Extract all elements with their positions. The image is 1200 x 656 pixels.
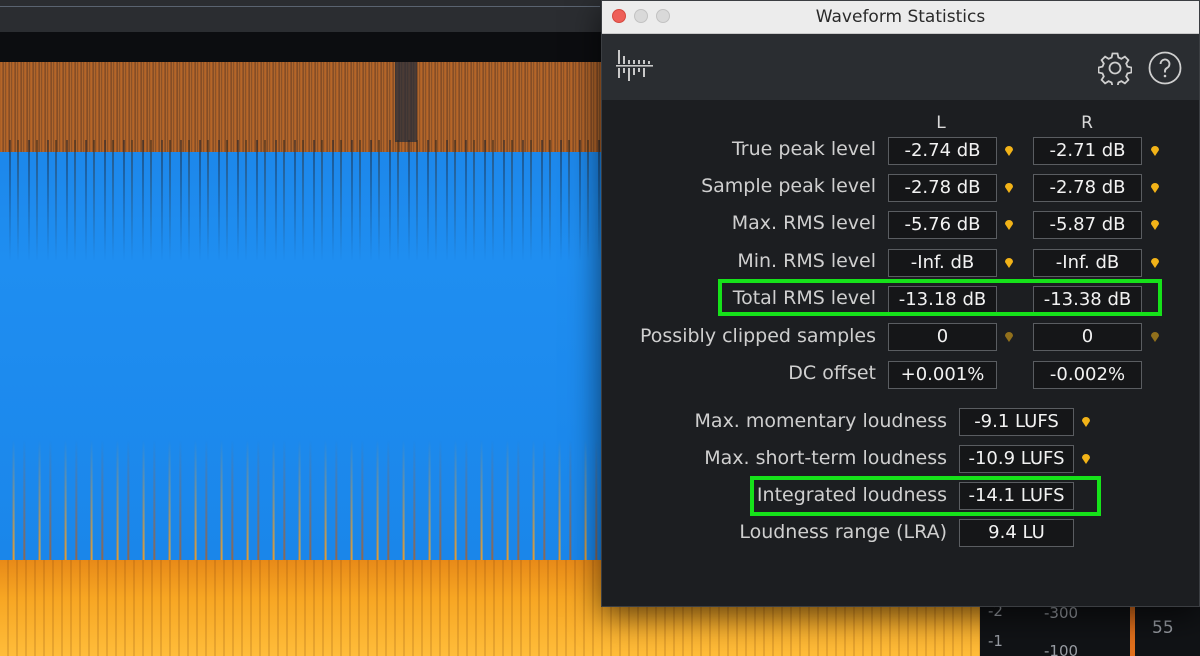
max-short-term-value: -10.9 LUFS [959, 445, 1074, 473]
max-momentary-value: -9.1 LUFS [959, 408, 1074, 436]
max-rms-l-marker-icon[interactable] [1004, 218, 1014, 230]
clipped-samples-label: Possibly clipped samples [640, 325, 876, 347]
sample-peak-label: Sample peak level [701, 175, 876, 197]
min-rms-label: Min. RMS level [737, 250, 876, 272]
true-peak-r-marker-icon[interactable] [1150, 144, 1160, 156]
sample-peak-r-marker-icon[interactable] [1150, 181, 1160, 193]
dc-offset-label: DC offset [788, 362, 876, 384]
true-peak-l-value: -2.74 dB [888, 137, 997, 165]
sample-peak-r-value: -2.78 dB [1033, 174, 1142, 202]
max-short-term-marker-icon[interactable] [1081, 452, 1091, 464]
help-icon[interactable] [1148, 51, 1182, 85]
waveform-statistics-window: Waveform Statistics L R True peak level … [601, 0, 1200, 607]
true-peak-label: True peak level [731, 138, 876, 160]
dc-offset-l-value: +0.001% [888, 361, 997, 389]
max-momentary-label: Max. momentary loudness [694, 410, 947, 432]
max-short-term-label: Max. short-term loudness [704, 447, 947, 469]
min-rms-r-value: -Inf. dB [1033, 249, 1142, 277]
true-peak-l-marker-icon[interactable] [1004, 144, 1014, 156]
level-bar [1130, 602, 1135, 656]
spectrogram-gap [395, 62, 417, 142]
max-momentary-marker-icon[interactable] [1081, 415, 1091, 427]
true-peak-r-value: -2.71 dB [1033, 137, 1142, 165]
sample-peak-l-value: -2.78 dB [888, 174, 997, 202]
window-title: Waveform Statistics [815, 7, 986, 27]
ruler-level: 55 [1152, 618, 1174, 638]
stats-panel: L R True peak level -2.74 dB -2.71 dB Sa… [602, 100, 1199, 606]
clipped-r-marker-icon[interactable] [1150, 330, 1160, 342]
clipped-l-marker-icon[interactable] [1004, 330, 1014, 342]
sample-peak-l-marker-icon[interactable] [1004, 181, 1014, 193]
title-bar[interactable]: Waveform Statistics [602, 1, 1199, 34]
ruler-hz-b: -100 [1044, 642, 1079, 656]
integrated-loudness-highlight [750, 476, 1101, 516]
max-rms-r-value: -5.87 dB [1033, 211, 1142, 239]
max-rms-label: Max. RMS level [731, 212, 876, 234]
column-header-left: L [936, 113, 946, 133]
min-rms-r-marker-icon[interactable] [1150, 256, 1160, 268]
loudness-range-value: 9.4 LU [959, 519, 1074, 547]
gear-icon[interactable] [1098, 51, 1132, 85]
toolbar [602, 34, 1199, 100]
clipped-samples-r-value: 0 [1033, 323, 1142, 351]
total-rms-highlight [718, 279, 1162, 316]
clipped-samples-l-value: 0 [888, 323, 997, 351]
max-rms-r-marker-icon[interactable] [1150, 218, 1160, 230]
dc-offset-r-value: -0.002% [1033, 361, 1142, 389]
max-rms-l-value: -5.76 dB [888, 211, 997, 239]
min-rms-l-value: -Inf. dB [888, 249, 997, 277]
column-header-right: R [1081, 113, 1093, 133]
meter-icon [616, 50, 653, 81]
loudness-range-label: Loudness range (LRA) [739, 521, 947, 543]
ruler-db-b: -1 [988, 632, 1003, 650]
min-rms-l-marker-icon[interactable] [1004, 256, 1014, 268]
